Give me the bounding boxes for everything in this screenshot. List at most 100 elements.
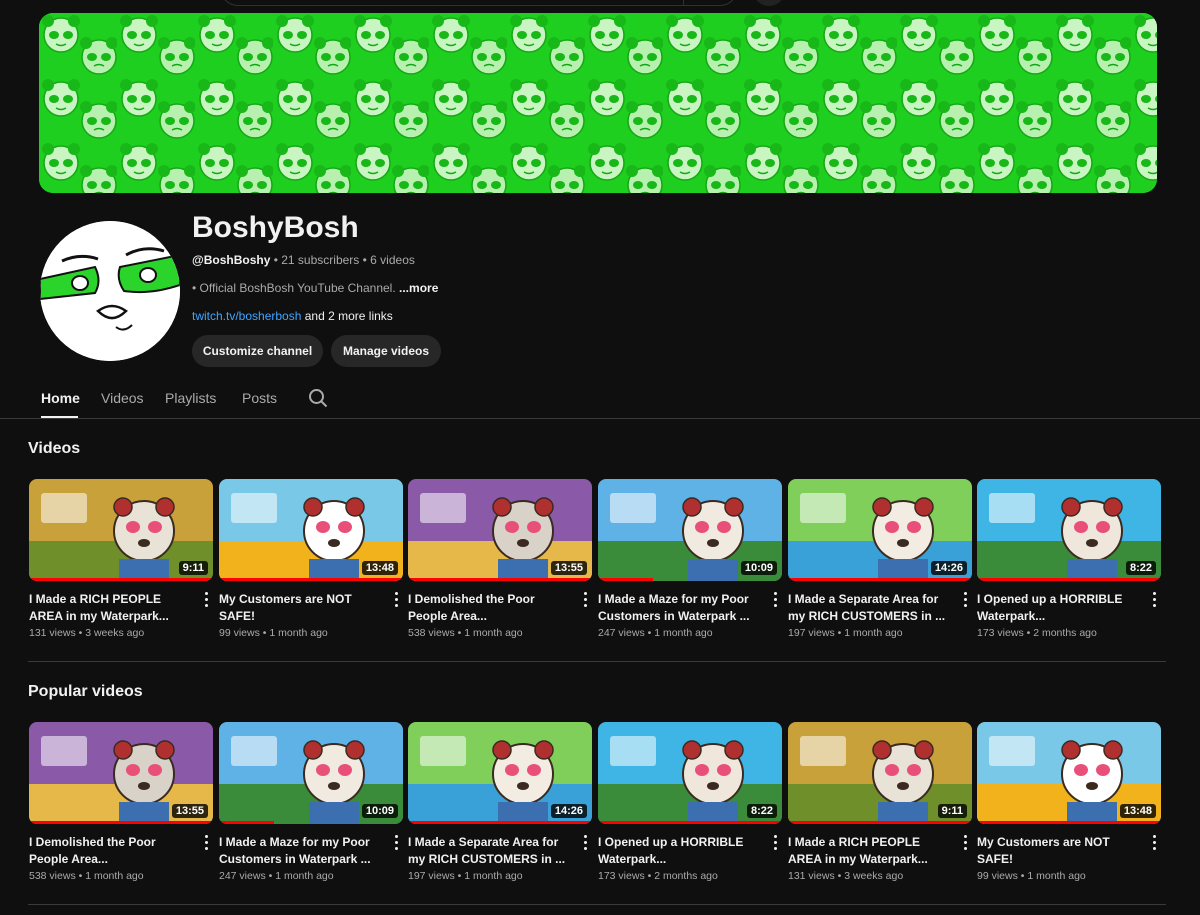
video-card[interactable]: 13:48 My Customers are NOT SAFE! 99 view… [977, 722, 1161, 882]
video-stats: 99 views • 1 month ago [977, 870, 1086, 882]
tab-playlists[interactable]: Playlists [165, 390, 216, 406]
panda-pattern-image [39, 13, 1157, 193]
tab-home[interactable]: Home [41, 390, 80, 406]
video-title[interactable]: I Made a Maze for my Poor Customers in W… [598, 591, 762, 625]
video-stats: 197 views • 1 month ago [788, 627, 903, 639]
video-card[interactable]: 9:11 I Made a RICH PEOPLE AREA in my Wat… [788, 722, 972, 882]
video-card[interactable]: 13:55 I Demolished the Poor People Area.… [29, 722, 213, 882]
more-actions-icon[interactable] [772, 835, 778, 851]
video-title[interactable]: I Made a Maze for my Poor Customers in W… [219, 834, 383, 868]
watch-progress-bar [598, 821, 782, 824]
section-title-videos[interactable]: Videos [28, 440, 80, 458]
more-actions-icon[interactable] [582, 835, 588, 851]
upload-age: 2 months ago [654, 870, 718, 882]
video-duration: 9:11 [937, 804, 967, 818]
video-title[interactable]: I Made a RICH PEOPLE AREA in my Waterpar… [29, 591, 193, 625]
video-card[interactable]: 13:55 I Demolished the Poor People Area.… [408, 479, 592, 639]
channel-avatar[interactable] [40, 221, 180, 361]
video-card[interactable]: 8:22 I Opened up a HORRIBLE Waterpark...… [977, 479, 1161, 639]
more-link[interactable]: ...more [399, 281, 438, 295]
watch-progress-bar [598, 578, 654, 581]
section-divider [28, 904, 1166, 905]
video-thumbnail[interactable]: 13:48 [977, 722, 1161, 824]
video-thumbnail[interactable]: 13:55 [408, 479, 592, 581]
search-bar[interactable] [220, 0, 738, 6]
video-stats: 538 views • 1 month ago [29, 870, 144, 882]
video-thumbnail[interactable]: 8:22 [598, 722, 782, 824]
video-card[interactable]: 14:26 I Made a Separate Area for my RICH… [408, 722, 592, 882]
video-title[interactable]: I Demolished the Poor People Area... [408, 591, 572, 625]
tab-videos[interactable]: Videos [101, 390, 144, 406]
more-actions-icon[interactable] [393, 835, 399, 851]
video-title[interactable]: My Customers are NOT SAFE! [219, 591, 383, 625]
more-actions-icon[interactable] [962, 592, 968, 608]
video-thumbnail[interactable]: 9:11 [29, 479, 213, 581]
watch-progress-bar [219, 578, 403, 581]
active-tab-underline [41, 416, 78, 418]
video-thumbnail[interactable]: 10:09 [598, 479, 782, 581]
watch-progress-bar [977, 578, 1161, 581]
upload-age: 1 month ago [464, 627, 523, 639]
view-count: 538 views [29, 870, 76, 882]
channel-tabs: Home Videos Playlists Posts [0, 378, 1200, 419]
video-thumbnail[interactable]: 10:09 [219, 722, 403, 824]
video-title[interactable]: I Made a Separate Area for my RICH CUSTO… [788, 591, 952, 625]
more-actions-icon[interactable] [1151, 592, 1157, 608]
search-icon[interactable] [308, 388, 328, 408]
upload-age: 3 weeks ago [844, 870, 904, 882]
video-title[interactable]: My Customers are NOT SAFE! [977, 834, 1141, 868]
video-thumbnail[interactable]: 9:11 [788, 722, 972, 824]
tab-posts[interactable]: Posts [242, 390, 277, 406]
channel-meta: @BoshBoshy • 21 subscribers • 6 videos [192, 253, 415, 267]
subscriber-count: 21 subscribers [281, 253, 360, 267]
section-title-popular[interactable]: Popular videos [28, 683, 143, 701]
video-stats: 173 views • 2 months ago [977, 627, 1097, 639]
video-thumbnail[interactable]: 14:26 [408, 722, 592, 824]
video-duration: 13:48 [1119, 804, 1156, 818]
more-actions-icon[interactable] [1151, 835, 1157, 851]
view-count: 99 views [219, 627, 260, 639]
video-title[interactable]: I Opened up a HORRIBLE Waterpark... [598, 834, 762, 868]
video-card[interactable]: 8:22 I Opened up a HORRIBLE Waterpark...… [598, 722, 782, 882]
more-links-link[interactable]: and 2 more links [305, 309, 393, 323]
section-divider [28, 661, 1166, 662]
channel-banner [39, 13, 1157, 193]
video-card[interactable]: 9:11 I Made a RICH PEOPLE AREA in my Wat… [29, 479, 213, 639]
view-count: 99 views [977, 870, 1018, 882]
video-duration: 13:55 [550, 561, 587, 575]
video-card[interactable]: 13:48 My Customers are NOT SAFE! 99 view… [219, 479, 403, 639]
upload-age: 2 months ago [1033, 627, 1097, 639]
video-thumbnail[interactable]: 14:26 [788, 479, 972, 581]
channel-links: twitch.tv/bosherbosh and 2 more links [192, 309, 393, 323]
manage-videos-button[interactable]: Manage videos [331, 335, 441, 367]
customize-channel-button[interactable]: Customize channel [192, 335, 323, 367]
more-actions-icon[interactable] [203, 835, 209, 851]
video-thumbnail[interactable]: 13:48 [219, 479, 403, 581]
video-thumbnail[interactable]: 13:55 [29, 722, 213, 824]
video-stats: 247 views • 1 month ago [598, 627, 713, 639]
more-actions-icon[interactable] [393, 592, 399, 608]
watch-progress-bar [408, 821, 592, 824]
video-duration: 8:22 [746, 804, 777, 818]
view-count: 173 views [598, 870, 645, 882]
more-actions-icon[interactable] [772, 592, 778, 608]
video-title[interactable]: I Opened up a HORRIBLE Waterpark... [977, 591, 1141, 625]
search-button[interactable] [683, 0, 738, 6]
more-actions-icon[interactable] [582, 592, 588, 608]
video-duration: 10:09 [740, 561, 777, 575]
video-card[interactable]: 10:09 I Made a Maze for my Poor Customer… [598, 479, 782, 639]
video-thumbnail[interactable]: 8:22 [977, 479, 1161, 581]
video-card[interactable]: 10:09 I Made a Maze for my Poor Customer… [219, 722, 403, 882]
video-title[interactable]: I Made a RICH PEOPLE AREA in my Waterpar… [788, 834, 952, 868]
video-card[interactable]: 14:26 I Made a Separate Area for my RICH… [788, 479, 972, 639]
channel-description[interactable]: • Official BoshBosh YouTube Channel. ...… [192, 281, 438, 295]
video-duration: 8:22 [1125, 561, 1156, 575]
more-actions-icon[interactable] [203, 592, 209, 608]
twitch-link[interactable]: twitch.tv/bosherbosh [192, 309, 301, 323]
video-title[interactable]: I Demolished the Poor People Area... [29, 834, 193, 868]
upload-age: 1 month ago [464, 870, 523, 882]
mic-button[interactable] [752, 0, 786, 6]
more-actions-icon[interactable] [962, 835, 968, 851]
video-title[interactable]: I Made a Separate Area for my RICH CUSTO… [408, 834, 572, 868]
upload-age: 1 month ago [844, 627, 903, 639]
